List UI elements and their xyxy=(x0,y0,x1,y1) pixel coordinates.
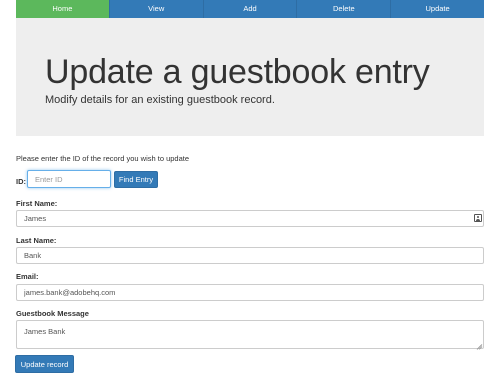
email-input[interactable] xyxy=(16,284,484,301)
email-label: Email: xyxy=(16,272,39,281)
update-record-button[interactable]: Update record xyxy=(15,355,74,373)
form-instructions: Please enter the ID of the record you wi… xyxy=(16,154,190,163)
last-name-input[interactable] xyxy=(16,247,484,264)
nav-update[interactable]: Update xyxy=(390,0,484,18)
contact-card-icon[interactable] xyxy=(474,214,482,222)
nav-delete[interactable]: Delete xyxy=(296,0,391,18)
page-title: Update a guestbook entry xyxy=(45,53,430,91)
id-label: ID: xyxy=(16,177,26,186)
message-textarea[interactable]: James Bank xyxy=(16,320,484,349)
nav-home[interactable]: Home xyxy=(16,0,109,18)
last-name-label: Last Name: xyxy=(16,236,57,245)
first-name-label: First Name: xyxy=(16,199,58,208)
top-nav: Home View Add Delete Update xyxy=(16,0,484,18)
message-label: Guestbook Message xyxy=(16,309,89,318)
page-subtitle: Modify details for an existing guestbook… xyxy=(45,94,275,106)
page-header: Update a guestbook entry Modify details … xyxy=(16,18,484,136)
nav-view[interactable]: View xyxy=(108,0,203,18)
resize-handle-icon[interactable] xyxy=(475,340,482,347)
find-entry-button[interactable]: Find Entry xyxy=(114,171,158,188)
first-name-input[interactable] xyxy=(16,210,484,227)
nav-add[interactable]: Add xyxy=(202,0,297,18)
id-input[interactable] xyxy=(27,170,111,188)
